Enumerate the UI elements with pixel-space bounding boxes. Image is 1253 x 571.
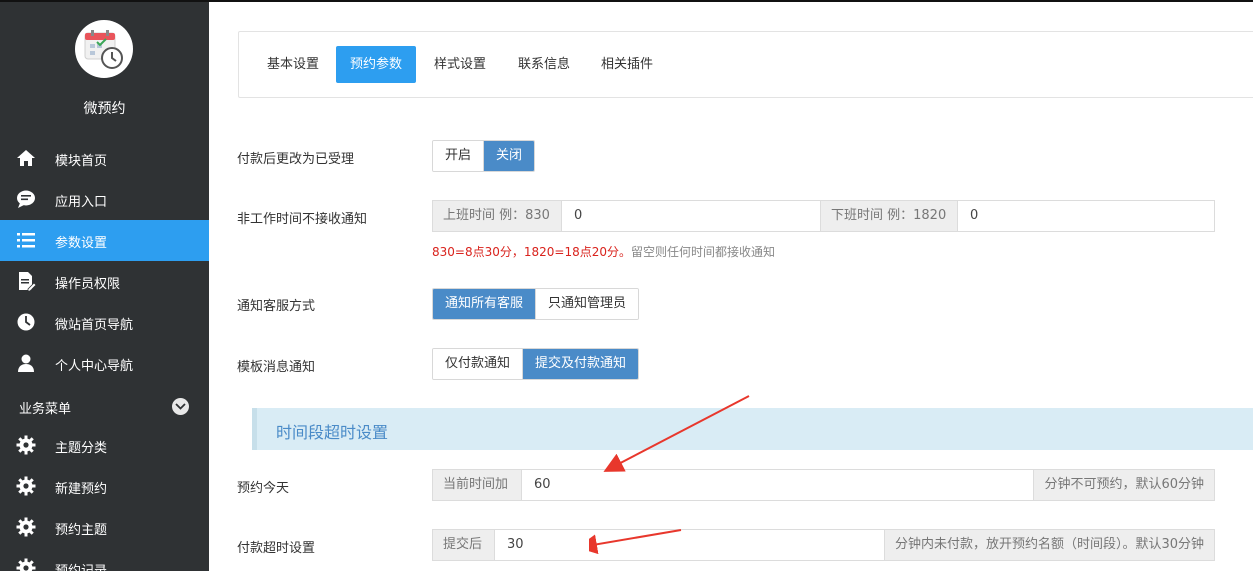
notify-mode-toggle: 通知所有客服 只通知管理员 xyxy=(432,288,640,320)
sidebar-item-user-center-nav[interactable]: 个人中心导航 xyxy=(0,343,209,384)
section-header-title: 时间段超时设置 xyxy=(276,423,389,442)
end-time-addon: 下班时间 例：1820 xyxy=(820,201,957,231)
user-icon xyxy=(18,354,34,372)
pay-accept-label: 付款后更改为已受理 xyxy=(237,152,355,167)
app-logo xyxy=(75,20,133,78)
book-today-suffix: 分钟不可预约，默认60分钟 xyxy=(1033,470,1214,500)
timeout-section-header: 时间段超时设置 xyxy=(252,408,1253,450)
sidebar: 微预约 模块首页 应用入口 参数设置 操作员权限 微站首页导航 个人中心导航 业… xyxy=(0,0,209,571)
pay-timeout-prefix: 提交后 xyxy=(433,530,494,560)
pay-only-notify-button[interactable]: 仅付款通知 xyxy=(433,349,523,379)
gear-icon xyxy=(16,435,36,455)
top-border xyxy=(0,0,1253,2)
submit-and-pay-notify-button[interactable]: 提交及付款通知 xyxy=(522,349,639,379)
book-today-input[interactable]: 60 xyxy=(521,470,1034,500)
tab-related-plugins[interactable]: 相关插件 xyxy=(587,46,667,83)
sidebar-item-booking-records[interactable]: 预约记录 xyxy=(0,548,209,571)
pay-timeout-label: 付款超时设置 xyxy=(237,541,316,556)
tab-style-settings[interactable]: 样式设置 xyxy=(420,46,500,83)
sidebar-item-label: 预约记录 xyxy=(55,560,107,571)
sidebar-item-new-booking[interactable]: 新建预约 xyxy=(0,466,209,507)
sidebar-item-label: 操作员权限 xyxy=(55,277,121,292)
sidebar-item-operator-permission[interactable]: 操作员权限 xyxy=(0,261,209,302)
hint-red-text: 830=8点30分，1820=18点20分。 xyxy=(432,245,631,259)
pay-timeout-input[interactable]: 30 xyxy=(494,530,884,560)
calendar-clock-icon xyxy=(84,30,123,69)
section-collapse-toggle[interactable] xyxy=(172,398,189,415)
gear-icon xyxy=(16,517,36,537)
pay-accept-off-button[interactable]: 关闭 xyxy=(483,141,535,171)
sidebar-item-module-home[interactable]: 模块首页 xyxy=(0,138,209,179)
pay-timeout-input-group: 提交后 30 分钟内未付款，放开预约名额（时间段）。默认30分钟 xyxy=(432,529,1215,561)
tab-basic-settings[interactable]: 基本设置 xyxy=(253,46,333,83)
off-hours-hint: 830=8点30分，1820=18点20分。留空则任何时间都接收通知 xyxy=(432,243,775,260)
sidebar-item-topic-category[interactable]: 主题分类 xyxy=(0,425,209,466)
sidebar-item-label: 模块首页 xyxy=(55,154,108,169)
document-edit-icon xyxy=(19,272,36,291)
sidebar-item-label: 主题分类 xyxy=(55,441,108,456)
book-today-label: 预约今天 xyxy=(237,481,290,496)
sidebar-item-label: 预约主题 xyxy=(55,523,108,538)
chevron-down-icon xyxy=(175,403,186,410)
notify-admin-button[interactable]: 只通知管理员 xyxy=(535,289,639,319)
sidebar-item-label: 个人中心导航 xyxy=(55,359,134,374)
sidebar-section-title: 业务菜单 xyxy=(19,402,72,417)
pay-accept-toggle: 开启 关闭 xyxy=(432,140,536,172)
home-icon xyxy=(17,150,35,166)
tab-bar: 基本设置 预约参数 样式设置 联系信息 相关插件 xyxy=(238,31,1253,98)
template-msg-toggle: 仅付款通知 提交及付款通知 xyxy=(432,348,640,380)
hint-gray-text: 留空则任何时间都接收通知 xyxy=(631,245,776,259)
list-icon xyxy=(17,233,35,248)
start-time-input[interactable]: 0 xyxy=(561,201,820,231)
app-name: 微预约 xyxy=(83,101,126,117)
notify-mode-label: 通知客服方式 xyxy=(237,299,316,314)
sidebar-item-label: 参数设置 xyxy=(55,236,108,251)
tab-booking-params[interactable]: 预约参数 xyxy=(336,46,417,83)
off-hours-label: 非工作时间不接收通知 xyxy=(237,212,368,227)
pay-accept-on-button[interactable]: 开启 xyxy=(433,141,484,171)
sidebar-item-label: 新建预约 xyxy=(55,482,108,497)
chat-bubble-icon xyxy=(17,190,35,208)
sidebar-item-label: 微站首页导航 xyxy=(55,318,134,333)
sidebar-item-param-settings[interactable]: 参数设置 xyxy=(0,220,209,261)
book-today-prefix: 当前时间加 xyxy=(433,470,521,500)
off-hours-input-group: 上班时间 例：830 0 下班时间 例：1820 0 xyxy=(432,200,1215,232)
pay-timeout-suffix: 分钟内未付款，放开预约名额（时间段）。默认30分钟 xyxy=(883,530,1214,560)
clock-icon xyxy=(17,313,35,331)
template-msg-label: 模板消息通知 xyxy=(237,360,316,375)
main-content: 基本设置 预约参数 样式设置 联系信息 相关插件 付款后更改为已受理 开启 关闭… xyxy=(209,0,1253,571)
notify-all-button[interactable]: 通知所有客服 xyxy=(433,289,536,319)
sidebar-item-site-home-nav[interactable]: 微站首页导航 xyxy=(0,302,209,343)
book-today-input-group: 当前时间加 60 分钟不可预约，默认60分钟 xyxy=(432,469,1215,501)
gear-icon xyxy=(16,558,36,571)
tab-contact-info[interactable]: 联系信息 xyxy=(504,46,584,83)
sidebar-item-booking-topics[interactable]: 预约主题 xyxy=(0,507,209,548)
sidebar-item-label: 应用入口 xyxy=(55,195,108,210)
start-time-addon: 上班时间 例：830 xyxy=(433,201,561,231)
sidebar-item-app-entry[interactable]: 应用入口 xyxy=(0,179,209,220)
gear-icon xyxy=(16,476,36,496)
end-time-input[interactable]: 0 xyxy=(957,201,1214,231)
